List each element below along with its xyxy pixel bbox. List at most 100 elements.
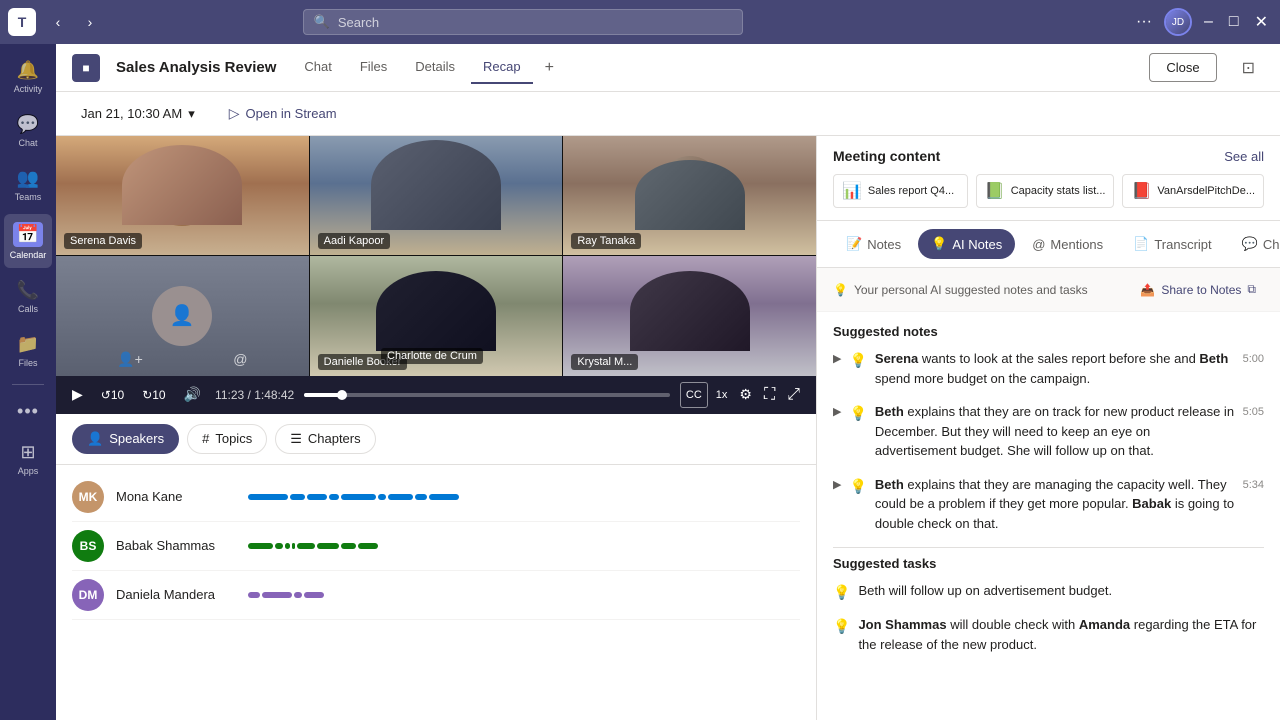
search-input[interactable] <box>338 15 732 30</box>
minimize-button[interactable]: – <box>1200 9 1217 35</box>
forward-button[interactable]: ↻10 <box>138 384 169 406</box>
share-notes-button[interactable]: 📤 Share to Notes ⧉ <box>1132 278 1264 301</box>
sidebar-item-more[interactable]: ••• <box>4 393 52 430</box>
notes-tabs: 📝 Notes 💡 AI Notes @ Mentions 📄 Transcri… <box>817 221 1280 268</box>
meeting-icon: ■ <box>72 54 100 82</box>
word-icon: 📕 <box>1131 181 1151 201</box>
tab-files[interactable]: Files <box>348 51 399 84</box>
at-icon: @ <box>233 351 247 368</box>
note-time-1: 5:00 <box>1243 349 1264 388</box>
search-bar[interactable]: 🔍 <box>303 9 743 35</box>
share-icon: 📤 <box>1140 283 1155 297</box>
layout-button[interactable]: ⊡ <box>1233 51 1264 85</box>
video-cell-aadi[interactable]: Aadi Kapoor <box>310 136 563 255</box>
settings-button[interactable]: ⚙ <box>735 382 756 408</box>
app-layout: 🔔 Activity 💬 Chat 👥 Teams 📅 Calendar 📞 C… <box>0 44 1280 720</box>
sidebar-item-apps[interactable]: ⊞ Apps <box>4 434 52 484</box>
notes-content: 💡 Your personal AI suggested notes and t… <box>817 268 1280 720</box>
notes-tab-chat[interactable]: 💬 Chat <box>1229 229 1280 259</box>
participant-name-krystal: Krystal M... <box>571 354 638 370</box>
fullscreen-button[interactable]: ⤢ <box>783 382 804 408</box>
video-panel: Serena Davis Aadi Kapoor <box>56 136 816 720</box>
calls-icon: 📞 <box>17 280 39 301</box>
notes-tab-transcript[interactable]: 📄 Transcript <box>1120 229 1225 259</box>
progress-bar[interactable] <box>304 393 670 397</box>
volume-button[interactable]: 🔊 <box>180 382 205 407</box>
forward-button[interactable]: › <box>76 8 104 36</box>
tab-recap[interactable]: Recap <box>471 51 533 84</box>
see-all-link[interactable]: See all <box>1224 149 1264 164</box>
video-cell-ray[interactable]: Ray Tanaka <box>563 136 816 255</box>
file-capacity-stats[interactable]: 📗 Capacity stats list... <box>976 174 1115 208</box>
tab-details[interactable]: Details <box>403 51 467 84</box>
note-text-2: Beth explains that they are on track for… <box>875 402 1235 461</box>
speed-button[interactable]: 1x <box>712 382 732 408</box>
add-tab-button[interactable]: + <box>537 55 562 81</box>
play-pause-button[interactable]: ▶ <box>68 382 87 407</box>
tl-seg <box>329 494 339 500</box>
video-cell-serena[interactable]: Serena Davis <box>56 136 309 255</box>
file-sales-report[interactable]: 📊 Sales report Q4... <box>833 174 968 208</box>
layout-toggle-button[interactable]: ⛶ <box>760 382 779 408</box>
notes-tab-mentions[interactable]: @ Mentions <box>1019 230 1116 259</box>
sidebar: 🔔 Activity 💬 Chat 👥 Teams 📅 Calendar 📞 C… <box>0 44 56 720</box>
close-window-button[interactable]: ✕ <box>1251 8 1272 36</box>
date-selector[interactable]: Jan 21, 10:30 AM ▾ <box>72 101 204 127</box>
content-files: 📊 Sales report Q4... 📗 Capacity stats li… <box>833 174 1264 208</box>
video-cell-4[interactable]: 👤 👤+ @ <box>56 256 309 375</box>
sidebar-item-activity[interactable]: 🔔 Activity <box>4 52 52 102</box>
file-vanasdel-pitch[interactable]: 📕 VanArsdelPitchDe... <box>1122 174 1264 208</box>
notes-tab-notes[interactable]: 📝 Notes <box>833 229 914 259</box>
avatar-mona: MK <box>72 481 104 513</box>
maximize-button[interactable]: □ <box>1225 9 1243 35</box>
video-cell-krystal[interactable]: Krystal M... <box>563 256 816 375</box>
task-bulb-2: 💡 <box>833 616 850 654</box>
tl-seg <box>248 543 273 549</box>
tl-seg <box>275 543 283 549</box>
title-bar: T ‹ › 🔍 ··· JD – □ ✕ <box>0 0 1280 44</box>
meeting-tabs: Chat Files Details Recap + <box>292 51 562 84</box>
close-meeting-button[interactable]: Close <box>1149 53 1216 82</box>
back-button[interactable]: ‹ <box>44 8 72 36</box>
sidebar-item-calls[interactable]: 📞 Calls <box>4 272 52 322</box>
expand-arrow-2[interactable]: ▶ <box>833 404 841 461</box>
task-text-2: Jon Shammas will double check with Amand… <box>858 615 1264 654</box>
speakers-tab[interactable]: 👤 Speakers <box>72 424 179 454</box>
notes-tab-ai[interactable]: 💡 AI Notes <box>918 229 1015 259</box>
cc-button[interactable]: CC <box>680 382 708 408</box>
expand-arrow-1[interactable]: ▶ <box>833 351 841 388</box>
calendar-icon: 📅 <box>13 222 43 247</box>
meeting-title: Sales Analysis Review <box>116 59 276 76</box>
progress-fill <box>304 393 341 397</box>
tab-chat[interactable]: Chat <box>292 51 343 84</box>
task-bulb-1: 💡 <box>833 582 850 603</box>
chapters-tab[interactable]: ☰ Chapters <box>275 424 375 454</box>
sidebar-item-teams[interactable]: 👥 Teams <box>4 160 52 210</box>
rewind-button[interactable]: ↺10 <box>97 384 128 406</box>
user-avatar[interactable]: JD <box>1164 8 1192 36</box>
sidebar-item-calendar[interactable]: 📅 Calendar <box>4 214 52 268</box>
tl-seg <box>297 543 315 549</box>
sidebar-item-chat[interactable]: 💬 Chat <box>4 106 52 156</box>
note-time-2: 5:05 <box>1243 402 1264 461</box>
sidebar-item-files[interactable]: 📁 Files <box>4 326 52 376</box>
file-name-1: Sales report Q4... <box>868 185 954 197</box>
chat-sidebar-icon: 💬 <box>17 114 39 135</box>
sub-header: Jan 21, 10:30 AM ▾ ▷ Open in Stream <box>56 92 1280 136</box>
expand-arrow-3[interactable]: ▶ <box>833 477 841 534</box>
tl-seg <box>341 543 356 549</box>
open-stream-button[interactable]: ▷ Open in Stream <box>220 100 346 127</box>
speaker-name-babak: Babak Shammas <box>116 538 236 553</box>
video-grid: Serena Davis Aadi Kapoor <box>56 136 816 376</box>
topics-tab[interactable]: # Topics <box>187 424 267 454</box>
more-options-button[interactable]: ··· <box>1132 9 1156 35</box>
note-text-3: Beth explains that they are managing the… <box>875 475 1235 534</box>
notes-body: Suggested notes ▶ 💡 Serena wants to look… <box>817 312 1280 678</box>
timeline-daniela <box>248 591 800 599</box>
tl-seg <box>248 592 260 598</box>
tl-seg <box>262 592 292 598</box>
tl-seg <box>317 543 339 549</box>
speaker-row-mona: MK Mona Kane <box>72 473 800 522</box>
task-item-1: 💡 Beth will follow up on advertisement b… <box>833 581 1264 603</box>
app-logo: T <box>8 8 36 36</box>
